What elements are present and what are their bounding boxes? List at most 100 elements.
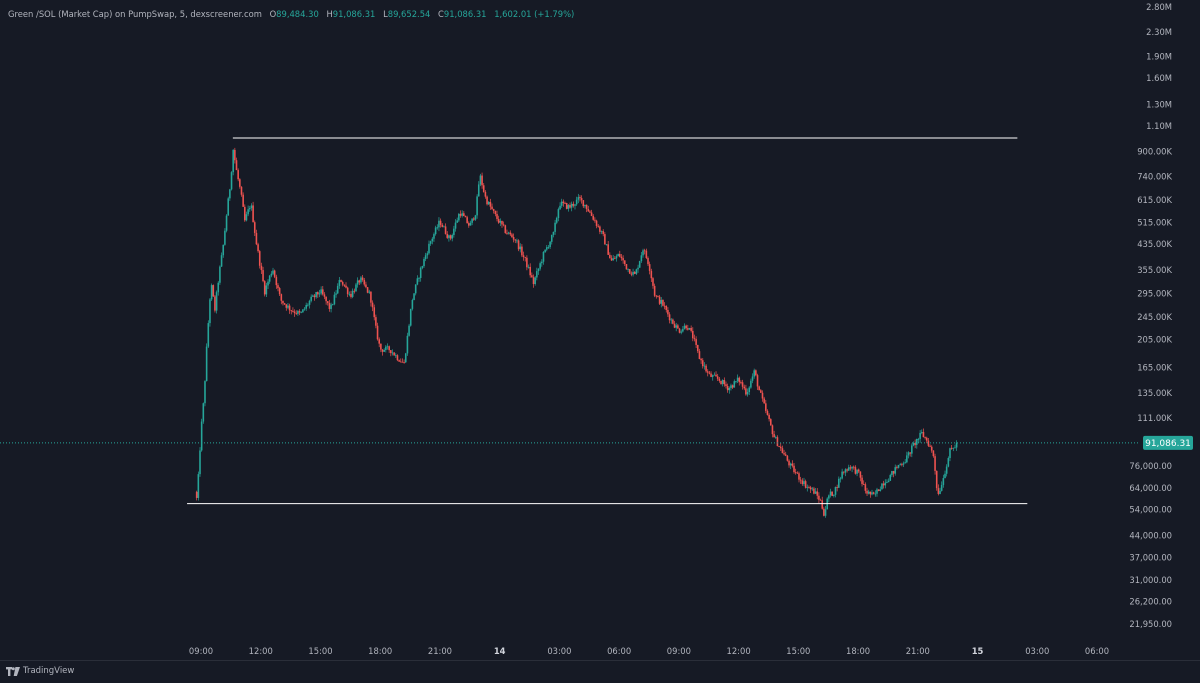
candle-body <box>831 491 833 496</box>
y-tick-label: 165.00K <box>1137 362 1172 372</box>
candle-body <box>416 278 419 285</box>
candle-body <box>708 372 711 374</box>
y-tick-label: 21,950.00 <box>1129 619 1172 629</box>
candle-body <box>320 289 322 294</box>
candle-body <box>799 479 802 481</box>
candle-body <box>526 257 528 268</box>
candle-body <box>552 231 555 235</box>
candle-body <box>212 285 215 297</box>
candle-body <box>418 277 420 279</box>
candle-body <box>648 264 651 271</box>
candle-body <box>796 472 799 474</box>
y-tick-label: 64,000.00 <box>1129 483 1172 493</box>
candle-body <box>743 386 746 389</box>
candle-body <box>947 457 950 467</box>
candle-body <box>423 259 425 267</box>
price-axis[interactable]: 2.80M 2.30M 1.90M 1.60M 1.30M 1.10M 900.00K 740… <box>1129 2 1172 629</box>
candle-body <box>312 295 314 297</box>
candle-body <box>220 255 223 267</box>
candle-body <box>760 390 762 393</box>
candle-body <box>625 264 628 270</box>
candle-body <box>662 300 664 306</box>
candle-body <box>506 233 508 234</box>
candle-body <box>866 490 868 494</box>
candle-body <box>426 253 429 256</box>
change-value: 1,602.01 (+1.79%) <box>494 9 575 19</box>
candle-body <box>527 266 530 268</box>
candle-body <box>939 490 941 494</box>
candle-body <box>849 467 852 469</box>
tradingview-logo[interactable]: TradingView <box>6 666 74 676</box>
candle-body <box>209 299 211 324</box>
candle-body <box>801 480 804 485</box>
x-tick-label: 15:00 <box>308 646 332 656</box>
candle-body <box>454 222 457 229</box>
candle-body <box>899 464 902 466</box>
candle-body <box>555 217 558 223</box>
candle-body <box>401 361 404 363</box>
candle-body <box>277 285 279 289</box>
candle-body <box>809 487 812 490</box>
open-value: O89,484.30 <box>269 9 319 19</box>
price-chart[interactable]: 2.80M 2.30M 1.90M 1.60M 1.30M 1.10M 900.00K 740… <box>0 0 1200 682</box>
candle-body <box>736 377 739 382</box>
candle-body <box>413 293 415 301</box>
candle-body <box>861 477 863 484</box>
candle-body <box>763 398 765 404</box>
candle-body <box>841 471 843 479</box>
candle-body <box>677 325 679 329</box>
candle-body <box>368 291 371 293</box>
candle-body <box>491 206 493 210</box>
candle-body <box>872 492 875 494</box>
candle-body <box>333 294 336 305</box>
candle-body <box>310 296 312 301</box>
candle-body <box>270 273 273 276</box>
candle-body <box>411 300 414 309</box>
candle-body <box>414 284 417 294</box>
candle-body <box>248 208 251 210</box>
candle-body <box>481 175 483 186</box>
candle-body <box>487 201 490 205</box>
candle-body <box>403 362 405 363</box>
candle-body <box>303 308 306 310</box>
candle-body <box>531 275 533 278</box>
candle-body <box>330 304 332 309</box>
candle-body <box>877 489 880 491</box>
candle-body <box>313 295 316 298</box>
candle-body <box>856 469 858 474</box>
x-tick-label: 09:00 <box>667 646 691 656</box>
candle-body <box>537 268 540 272</box>
candle-body <box>794 472 797 473</box>
candle-body <box>245 214 248 221</box>
x-tick-label: 03:00 <box>1025 646 1049 656</box>
y-tick-label: 900.00K <box>1137 146 1172 156</box>
y-tick-label: 1.10M <box>1146 121 1172 131</box>
candle-body <box>715 374 717 377</box>
candle-body <box>597 225 600 227</box>
candle-body <box>874 493 877 495</box>
candle-body <box>748 387 751 393</box>
candle-body <box>273 270 276 277</box>
candle-body <box>298 311 301 313</box>
candle-body <box>351 290 354 297</box>
candle-body <box>859 471 862 478</box>
candle-body <box>371 302 374 308</box>
candle-body <box>756 375 759 387</box>
candle-body <box>638 261 641 268</box>
candle-body <box>733 381 736 388</box>
candle-body <box>265 285 268 295</box>
candle-body <box>720 380 722 384</box>
candle-body <box>935 470 938 489</box>
candle-body <box>934 456 936 471</box>
candle-body <box>688 327 691 330</box>
time-axis[interactable]: 09:00 12:00 15:00 18:00 21:00 14 03:00 06:00 09:… <box>189 646 1109 656</box>
candle-body <box>604 234 606 245</box>
candle-body <box>321 289 324 295</box>
y-tick-label: 37,000.00 <box>1129 553 1172 563</box>
candlestick-series <box>195 147 958 518</box>
candle-body <box>892 471 895 474</box>
candle-body <box>559 205 561 210</box>
candle-body <box>292 310 294 312</box>
candle-body <box>839 478 842 480</box>
candle-body <box>459 213 462 216</box>
